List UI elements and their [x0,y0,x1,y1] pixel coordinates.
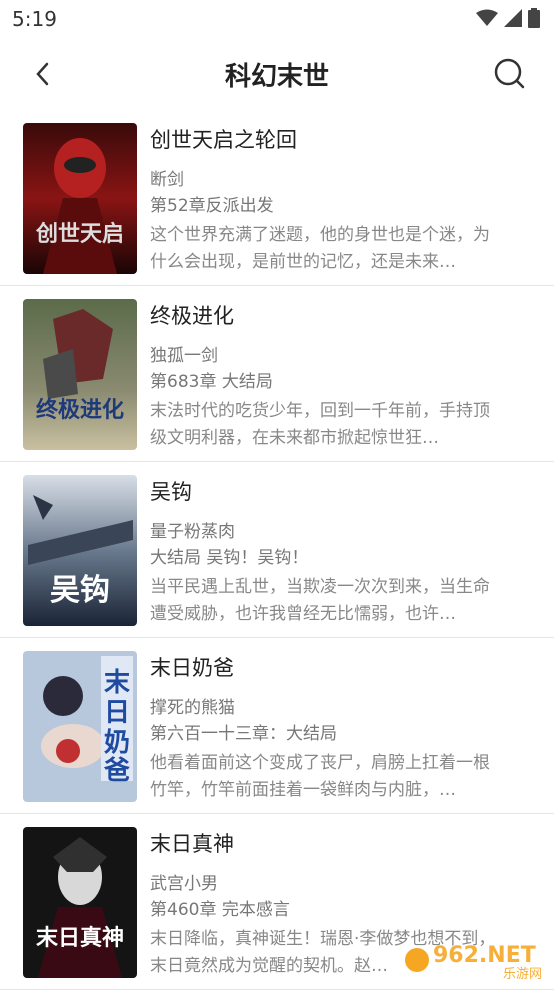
book-author: 武宫小男 [150,874,218,894]
book-author: 量子粉蒸肉 [150,522,235,542]
book-chapter: 第52章反派出发 [150,196,274,216]
wifi-icon [476,9,498,26]
battery-icon [528,8,540,28]
book-item[interactable]: 创世天启 创世天启之轮回 断剑 第52章反派出发 这个世界充满了迷题，他的身世也… [0,110,554,286]
book-chapter: 第460章 完本感言 [150,900,290,920]
search-button[interactable] [490,54,530,94]
book-cover: 末 日 奶 爸 [23,651,137,802]
cover-title: 吴钩 [50,573,110,608]
svg-text:日: 日 [104,698,130,728]
book-description: 当平民遇上乱世，当欺凌一次次到来，当生命遭受威胁，也许我曾经无比懦弱，也许… [150,577,490,624]
cover-title: 终极进化 [36,397,124,423]
cover-title: 末日真神 [36,925,124,951]
status-bar: 5:19 [0,0,554,38]
book-cover: 末日真神 [23,827,137,978]
svg-text:爸: 爸 [103,756,130,786]
book-chapter: 第六百一十三章：大结局 [150,724,337,744]
signal-icon [504,9,522,27]
book-item[interactable]: 末 日 奶 爸 末日奶爸 撑死的熊猫 第六百一十三章：大结局 他看着面前这个变成… [0,638,554,814]
book-title: 吴钩 [150,480,192,504]
book-cover: 终极进化 [23,299,137,450]
book-chapter: 第683章 大结局 [150,372,273,392]
watermark-sub: 乐游网 [503,967,542,980]
book-title: 末日真神 [150,832,234,856]
book-author: 独孤一剑 [150,346,218,366]
search-icon [494,58,525,89]
book-author: 撑死的熊猫 [150,698,235,718]
book-title: 末日奶爸 [150,656,234,680]
book-description: 这个世界充满了迷题，他的身世也是个迷，为什么会出现，是前世的记忆，还是未来… [150,225,490,272]
page-title: 科幻末世 [224,62,329,92]
app-header: 科幻末世 [0,38,554,110]
book-chapter: 大结局 吴钩！吴钩！ [150,548,309,568]
svg-text:奶: 奶 [104,727,130,758]
book-title: 创世天启之轮回 [150,128,297,152]
book-description: 他看着面前这个变成了丧尸，肩膀上扛着一根竹竿，竹竿前面挂着一袋鲜肉与内脏，… [150,753,490,800]
book-item[interactable]: 终极进化 终极进化 独孤一剑 第683章 大结局 末法时代的吃货少年，回到一千年… [0,286,554,462]
book-title: 终极进化 [150,304,234,328]
book-author: 断剑 [150,170,184,190]
svg-text:末: 末 [104,668,131,698]
cover-title: 创世天启 [35,221,124,247]
book-cover: 创世天启 [23,123,137,274]
status-time: 5:19 [12,7,57,31]
watermark-logo: 962.NET 乐游网 [403,938,548,982]
book-description: 末法时代的吃货少年，回到一千年前，手持顶级文明利器，在未来都市掀起惊世狂… [150,401,490,448]
book-cover: 吴钩 [23,475,137,626]
book-item[interactable]: 吴钩 吴钩 量子粉蒸肉 大结局 吴钩！吴钩！ 当平民遇上乱世，当欺凌一次次到来，… [0,462,554,638]
book-list: 创世天启 创世天启之轮回 断剑 第52章反派出发 这个世界充满了迷题，他的身世也… [0,110,554,990]
watermark-text: 962.NET [433,943,536,968]
system-icons [476,8,540,28]
